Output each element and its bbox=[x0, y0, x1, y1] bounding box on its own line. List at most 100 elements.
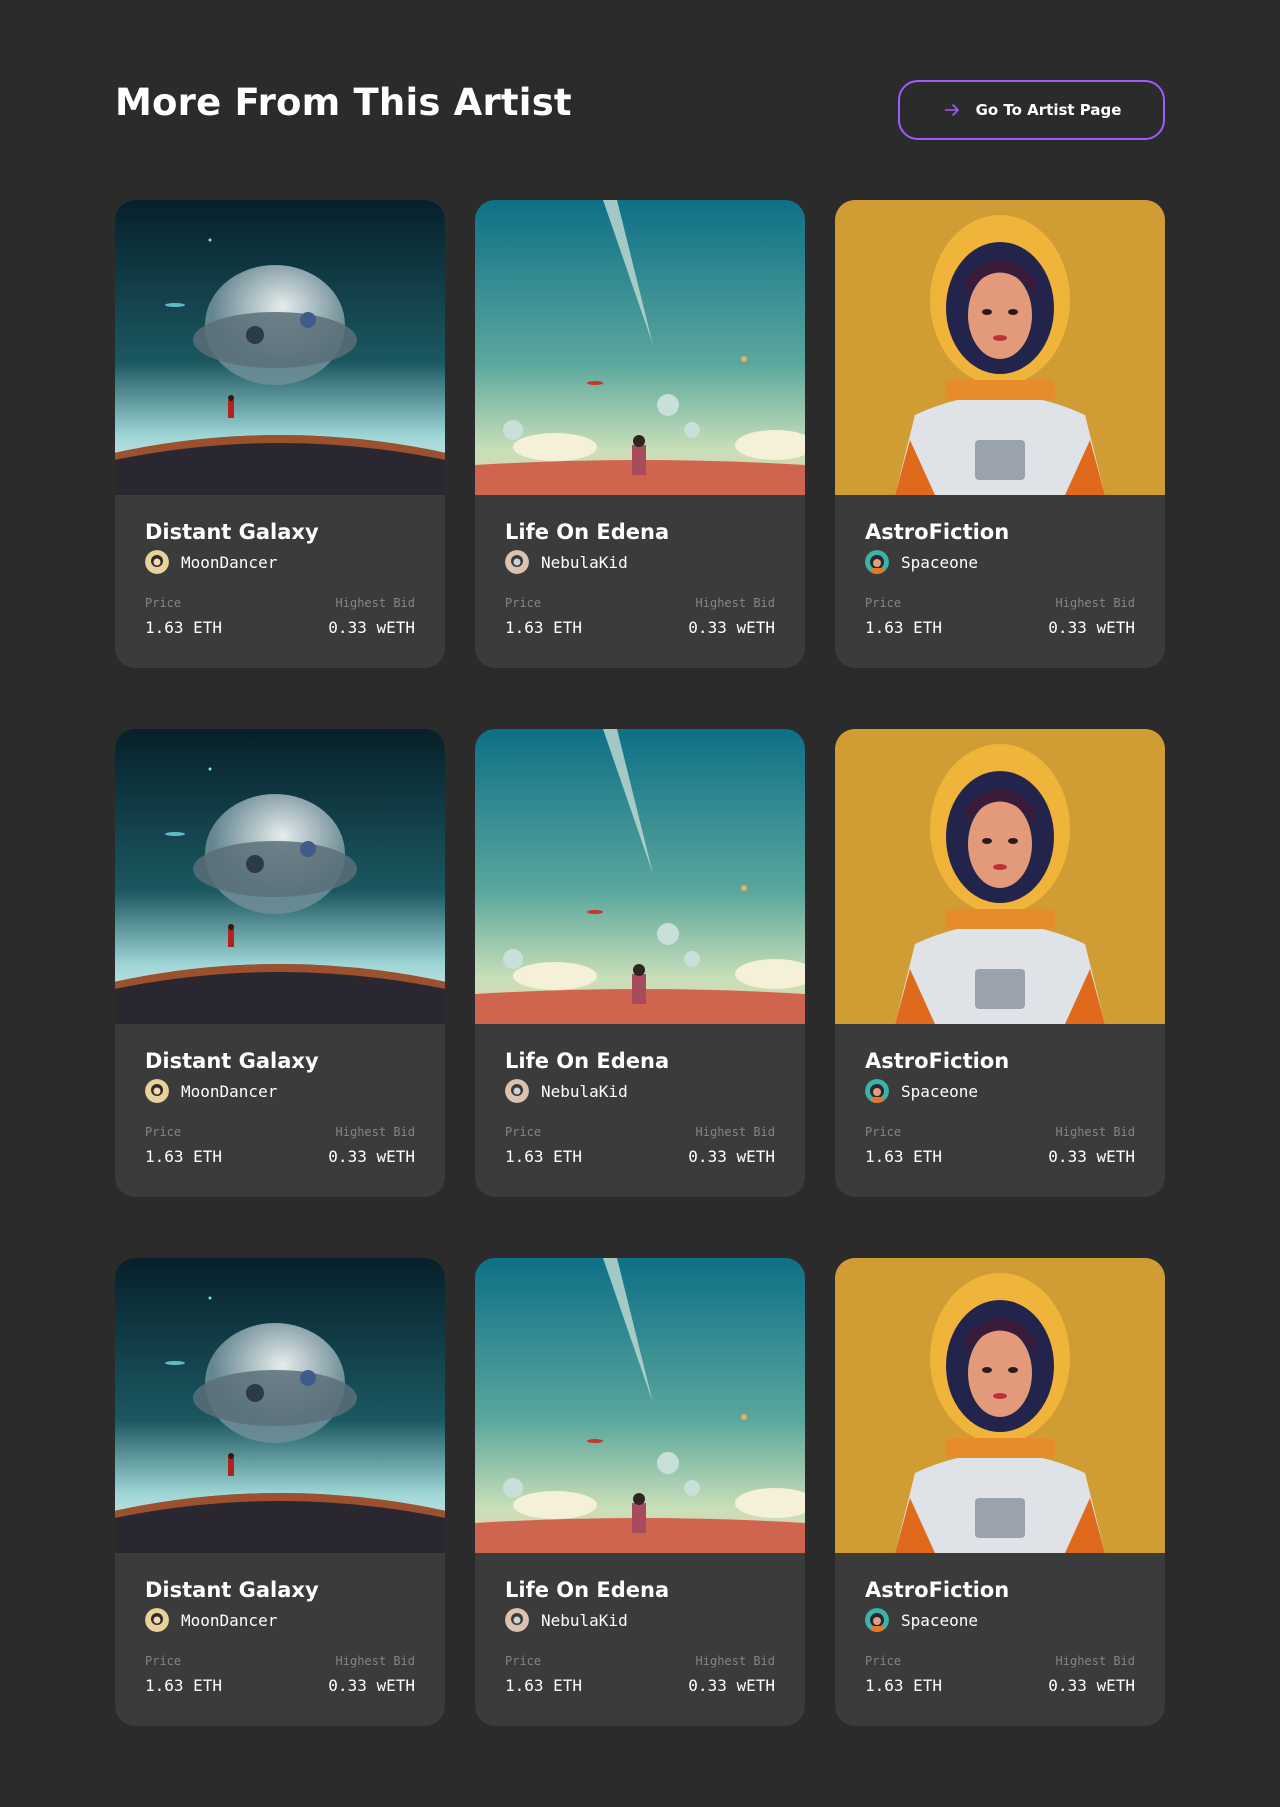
nft-card[interactable]: Distant Galaxy MoonDancer Price 1.63 ETH… bbox=[115, 200, 445, 668]
highest-bid-value: 0.33 wETH bbox=[688, 618, 775, 637]
highest-bid-label: Highest Bid bbox=[335, 596, 415, 610]
avatar bbox=[865, 1079, 889, 1103]
nft-card[interactable]: Life On Edena NebulaKid Price 1.63 ETH H… bbox=[475, 729, 805, 1197]
nft-artwork-distant-galaxy bbox=[115, 1258, 445, 1553]
price-label: Price bbox=[865, 596, 902, 610]
avatar bbox=[505, 1608, 529, 1632]
nft-title: AstroFiction bbox=[865, 1049, 1010, 1073]
nft-artist[interactable]: Spaceone bbox=[865, 1608, 1135, 1632]
price-label: Price bbox=[505, 1125, 542, 1139]
artist-name: MoonDancer bbox=[181, 1610, 278, 1630]
nft-card-grid: Distant Galaxy MoonDancer Price 1.63 ETH… bbox=[115, 200, 1165, 1726]
highest-bid-label: Highest Bid bbox=[695, 1654, 775, 1668]
nft-stats: Price 1.63 ETH Highest Bid 0.33 wETH bbox=[505, 1654, 775, 1695]
highest-bid-label: Highest Bid bbox=[335, 1125, 415, 1139]
nft-stats: Price 1.63 ETH Highest Bid 0.33 wETH bbox=[145, 1654, 415, 1695]
nft-stats: Price 1.63 ETH Highest Bid 0.33 wETH bbox=[865, 596, 1135, 637]
highest-bid-label: Highest Bid bbox=[695, 1125, 775, 1139]
nft-artist[interactable]: NebulaKid bbox=[505, 550, 775, 574]
more-from-artist-section: More From This Artist Go To Artist Page bbox=[0, 0, 1280, 1807]
nft-artist[interactable]: NebulaKid bbox=[505, 1608, 775, 1632]
nft-title: Distant Galaxy bbox=[145, 1578, 319, 1602]
highest-bid-value: 0.33 wETH bbox=[688, 1147, 775, 1166]
nft-stats: Price 1.63 ETH Highest Bid 0.33 wETH bbox=[145, 1125, 415, 1166]
price-value: 1.63 ETH bbox=[145, 1676, 223, 1695]
highest-bid-label: Highest Bid bbox=[1055, 1654, 1135, 1668]
nft-title: Life On Edena bbox=[505, 1049, 670, 1073]
nft-artwork-distant-galaxy bbox=[115, 200, 445, 495]
nft-card[interactable]: Distant Galaxy MoonDancer Price 1.63 ETH… bbox=[115, 729, 445, 1197]
nft-stats: Price 1.63 ETH Highest Bid 0.33 wETH bbox=[505, 1125, 775, 1166]
nft-artwork-life-on-edena bbox=[475, 1258, 805, 1553]
nft-title: AstroFiction bbox=[865, 1578, 1010, 1602]
highest-bid-label: Highest Bid bbox=[1055, 1125, 1135, 1139]
highest-bid-value: 0.33 wETH bbox=[1048, 618, 1135, 637]
avatar bbox=[145, 1608, 169, 1632]
nft-card[interactable]: Life On Edena NebulaKid Price 1.63 ETH H… bbox=[475, 200, 805, 668]
nft-card[interactable]: Distant Galaxy MoonDancer Price 1.63 ETH… bbox=[115, 1258, 445, 1726]
price-value: 1.63 ETH bbox=[865, 618, 943, 637]
price-value: 1.63 ETH bbox=[505, 1676, 583, 1695]
go-to-artist-page-button[interactable]: Go To Artist Page bbox=[898, 80, 1165, 140]
price-value: 1.63 ETH bbox=[865, 1676, 943, 1695]
nft-card[interactable]: AstroFiction Spaceone Price 1.63 ETH Hig… bbox=[835, 729, 1165, 1197]
nft-title: Life On Edena bbox=[505, 1578, 670, 1602]
nft-title: Life On Edena bbox=[505, 520, 670, 544]
price-value: 1.63 ETH bbox=[505, 1147, 583, 1166]
nft-artwork-astrofiction bbox=[835, 1258, 1165, 1553]
highest-bid-value: 0.33 wETH bbox=[1048, 1676, 1135, 1695]
go-to-artist-page-label: Go To Artist Page bbox=[975, 101, 1122, 119]
highest-bid-value: 0.33 wETH bbox=[328, 1147, 415, 1166]
price-label: Price bbox=[865, 1654, 902, 1668]
artist-name: Spaceone bbox=[901, 1081, 979, 1101]
price-label: Price bbox=[865, 1125, 902, 1139]
price-label: Price bbox=[145, 596, 182, 610]
price-value: 1.63 ETH bbox=[145, 618, 223, 637]
nft-card[interactable]: AstroFiction Spaceone Price 1.63 ETH Hig… bbox=[835, 1258, 1165, 1726]
nft-title: Distant Galaxy bbox=[145, 1049, 319, 1073]
section-title: More From This Artist bbox=[115, 81, 572, 124]
avatar bbox=[145, 550, 169, 574]
artist-name: Spaceone bbox=[901, 1610, 979, 1630]
avatar bbox=[145, 1079, 169, 1103]
avatar bbox=[865, 550, 889, 574]
highest-bid-value: 0.33 wETH bbox=[688, 1676, 775, 1695]
avatar bbox=[505, 1079, 529, 1103]
artist-name: MoonDancer bbox=[181, 552, 278, 572]
price-value: 1.63 ETH bbox=[505, 618, 583, 637]
price-label: Price bbox=[145, 1125, 182, 1139]
highest-bid-label: Highest Bid bbox=[1055, 596, 1135, 610]
nft-artist[interactable]: Spaceone bbox=[865, 550, 1135, 574]
nft-card[interactable]: AstroFiction Spaceone Price 1.63 ETH Hig… bbox=[835, 200, 1165, 668]
nft-artwork-astrofiction bbox=[835, 200, 1165, 495]
artist-name: NebulaKid bbox=[541, 552, 628, 572]
artist-name: Spaceone bbox=[901, 552, 979, 572]
nft-stats: Price 1.63 ETH Highest Bid 0.33 wETH bbox=[505, 596, 775, 637]
highest-bid-value: 0.33 wETH bbox=[328, 1676, 415, 1695]
nft-stats: Price 1.63 ETH Highest Bid 0.33 wETH bbox=[865, 1654, 1135, 1695]
arrow-right-icon bbox=[942, 100, 962, 120]
avatar bbox=[505, 550, 529, 574]
nft-artist[interactable]: MoonDancer bbox=[145, 1608, 415, 1632]
nft-artwork-life-on-edena bbox=[475, 200, 805, 495]
avatar bbox=[865, 1608, 889, 1632]
nft-artwork-life-on-edena bbox=[475, 729, 805, 1024]
highest-bid-value: 0.33 wETH bbox=[1048, 1147, 1135, 1166]
price-label: Price bbox=[505, 596, 542, 610]
price-label: Price bbox=[145, 1654, 182, 1668]
highest-bid-label: Highest Bid bbox=[695, 596, 775, 610]
artist-name: NebulaKid bbox=[541, 1610, 628, 1630]
nft-artist[interactable]: Spaceone bbox=[865, 1079, 1135, 1103]
nft-title: Distant Galaxy bbox=[145, 520, 319, 544]
section-header: More From This Artist Go To Artist Page bbox=[115, 80, 1165, 140]
price-value: 1.63 ETH bbox=[145, 1147, 223, 1166]
nft-title: AstroFiction bbox=[865, 520, 1010, 544]
artist-name: MoonDancer bbox=[181, 1081, 278, 1101]
nft-artist[interactable]: NebulaKid bbox=[505, 1079, 775, 1103]
nft-artist[interactable]: MoonDancer bbox=[145, 1079, 415, 1103]
highest-bid-label: Highest Bid bbox=[335, 1654, 415, 1668]
price-value: 1.63 ETH bbox=[865, 1147, 943, 1166]
nft-artist[interactable]: MoonDancer bbox=[145, 550, 415, 574]
nft-artwork-astrofiction bbox=[835, 729, 1165, 1024]
nft-card[interactable]: Life On Edena NebulaKid Price 1.63 ETH H… bbox=[475, 1258, 805, 1726]
